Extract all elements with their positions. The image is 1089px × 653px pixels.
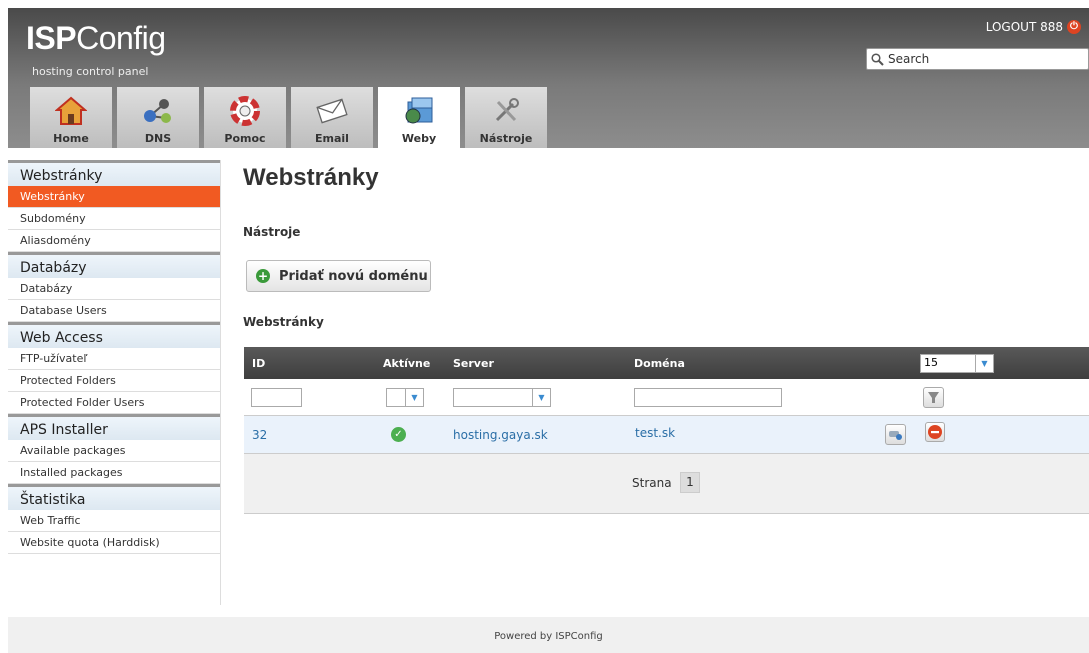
filter-domain-input[interactable] (634, 388, 782, 407)
sidebar-section-web-access: Web Access (8, 322, 220, 348)
tab-nastroje[interactable]: Nástroje (465, 87, 547, 148)
sidebar-item-website-quota[interactable]: Website quota (Harddisk) (8, 532, 220, 554)
add-domain-label: Pridať novú doménu (279, 268, 428, 284)
page-title: Webstránky (243, 164, 379, 191)
add-domain-button[interactable]: + Pridať novú doménu (246, 260, 431, 292)
sidebar-item-webstranky[interactable]: Webstránky (8, 186, 220, 208)
sidebar-item-subdomeny[interactable]: Subdomény (8, 208, 220, 230)
main-content: Webstránky Nástroje + Pridať novú doménu… (243, 160, 1089, 514)
sidebar-item-database-users[interactable]: Database Users (8, 300, 220, 322)
tab-email[interactable]: Email (291, 87, 373, 148)
tagline: hosting control panel (32, 65, 149, 78)
sidebar-item-available-packages[interactable]: Available packages (8, 440, 220, 462)
sidebar-section-databazy: Databázy (8, 252, 220, 278)
sidebar-section-statistika: Štatistika (8, 484, 220, 510)
list-heading: Webstránky (243, 315, 324, 329)
email-envelope-icon (315, 94, 349, 128)
per-page-select[interactable]: 15 ▼ (920, 354, 994, 373)
row-id[interactable]: 32 (252, 428, 267, 442)
column-header-active[interactable]: Aktívne (383, 357, 430, 370)
sidebar: Webstránky Webstránky Subdomény Aliasdom… (8, 160, 221, 605)
sidebar-item-ftp-users[interactable]: FTP-užívateľ (8, 348, 220, 370)
app-logo[interactable]: ISPConfig (26, 20, 166, 57)
sidebar-item-protected-folder-users[interactable]: Protected Folder Users (8, 392, 220, 414)
row-action-button[interactable] (885, 424, 906, 445)
logout-link[interactable]: LOGOUT 888 ⏻ (986, 20, 1081, 34)
pager-label: Strana (632, 476, 672, 490)
sidebar-item-aliasdomeny[interactable]: Aliasdomény (8, 230, 220, 252)
tab-pomoc[interactable]: Pomoc (204, 87, 286, 148)
filter-row: ▼ ▼ (244, 379, 1089, 416)
row-domain[interactable]: test.sk (635, 426, 675, 440)
logout-label: LOGOUT 888 (985, 20, 1063, 34)
pagination: Strana 1 (244, 454, 1089, 514)
websites-table: ID Aktívne Server Doména 15 ▼ ▼ ▼ 32 ✓ h… (244, 347, 1089, 514)
dns-icon (141, 94, 175, 128)
sidebar-item-databazy[interactable]: Databázy (8, 278, 220, 300)
row-server[interactable]: hosting.gaya.sk (453, 428, 548, 442)
table-row[interactable]: 32 ✓ hosting.gaya.sk test.sk (244, 416, 1089, 454)
column-header-domain[interactable]: Doména (634, 357, 685, 370)
tab-dns[interactable]: DNS (117, 87, 199, 148)
filter-id-input[interactable] (251, 388, 302, 407)
sidebar-item-installed-packages[interactable]: Installed packages (8, 462, 220, 484)
chevron-down-icon: ▼ (405, 389, 423, 406)
tools-icon (489, 94, 523, 128)
chevron-down-icon: ▼ (532, 389, 550, 406)
search-input[interactable] (888, 52, 1078, 66)
footer: Powered by ISPConfig (8, 617, 1089, 653)
sidebar-item-protected-folders[interactable]: Protected Folders (8, 370, 220, 392)
table-header: ID Aktívne Server Doména 15 ▼ (244, 347, 1089, 379)
tab-home[interactable]: Home (30, 87, 112, 148)
active-check-icon: ✓ (391, 427, 406, 442)
plus-icon: + (256, 269, 270, 283)
power-icon: ⏻ (1067, 20, 1081, 34)
chevron-down-icon: ▼ (975, 355, 993, 372)
key-icon (889, 431, 902, 440)
tab-weby[interactable]: Weby (378, 87, 460, 148)
per-page-value: 15 (924, 356, 938, 369)
column-header-server[interactable]: Server (453, 357, 494, 370)
page-number[interactable]: 1 (680, 472, 700, 493)
web-folder-icon (402, 94, 436, 128)
tools-heading: Nástroje (243, 225, 301, 239)
filter-server-select[interactable]: ▼ (453, 388, 551, 407)
sidebar-section-aps-installer: APS Installer (8, 414, 220, 440)
column-header-id[interactable]: ID (252, 357, 265, 370)
sidebar-section-webstranky: Webstránky (8, 160, 220, 186)
header: ISPConfig hosting control panel LOGOUT 8… (8, 8, 1089, 148)
search-icon (871, 52, 884, 66)
filter-button[interactable] (923, 387, 944, 408)
delete-icon (928, 425, 942, 439)
search-box[interactable] (866, 48, 1089, 70)
filter-active-select[interactable]: ▼ (386, 388, 424, 407)
filter-funnel-icon (928, 392, 939, 403)
row-delete-button[interactable] (925, 422, 945, 442)
main-tabs: Home DNS Pomoc Email Weby Nástroje (30, 87, 547, 148)
help-lifebuoy-icon (228, 94, 262, 128)
home-icon (54, 94, 88, 128)
sidebar-item-web-traffic[interactable]: Web Traffic (8, 510, 220, 532)
